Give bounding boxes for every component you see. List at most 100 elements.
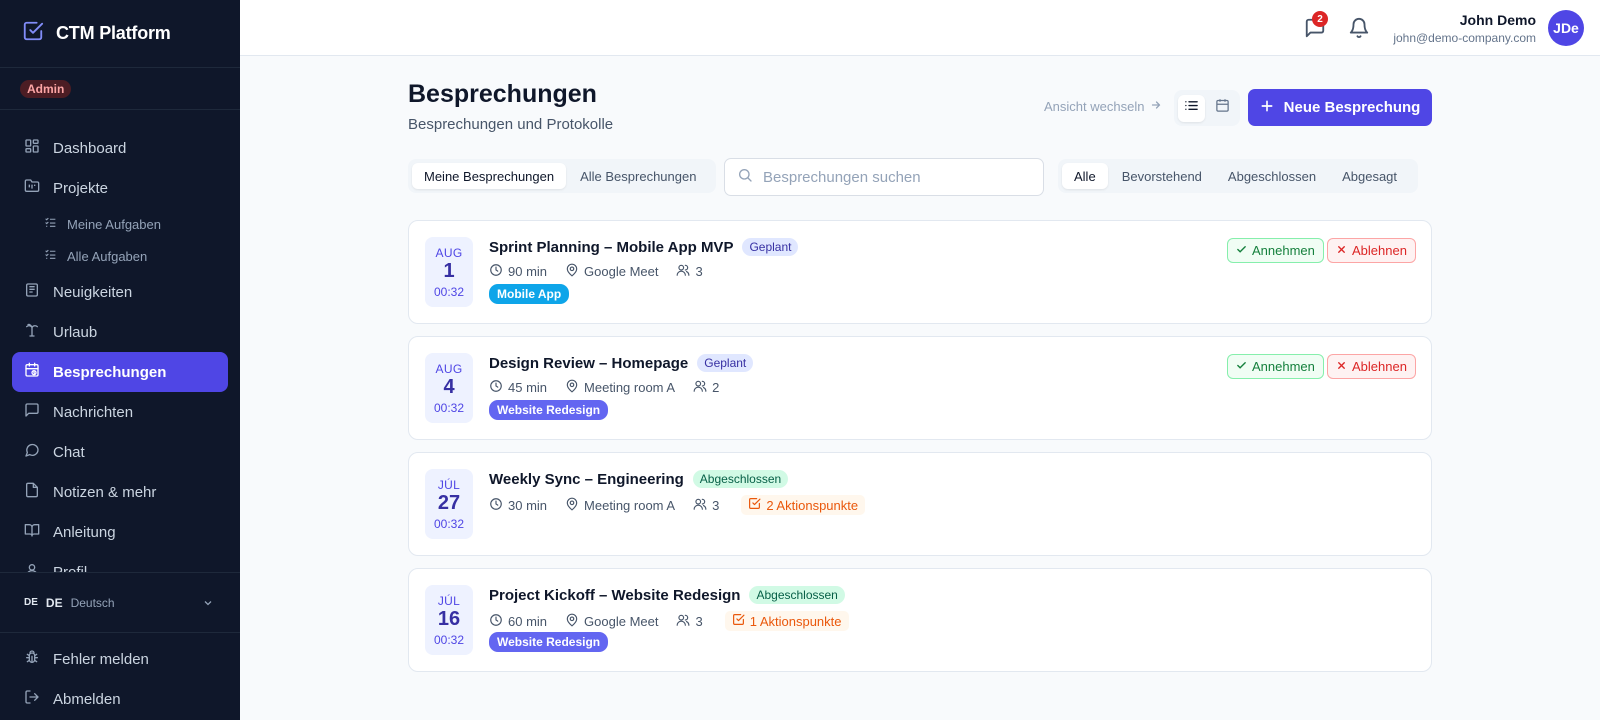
users-icon xyxy=(693,497,707,514)
logout-icon xyxy=(24,689,40,709)
calendar-view-button[interactable] xyxy=(1209,95,1236,122)
date-time: 00:32 xyxy=(433,285,465,299)
sidebar-item-alle-aufgaben[interactable]: Alle Aufgaben xyxy=(0,240,240,272)
language-flag: DE xyxy=(24,597,38,608)
logout-button[interactable]: Abmelden xyxy=(0,679,240,719)
user-icon xyxy=(24,562,40,572)
meeting-title[interactable]: Sprint Planning – Mobile App MVP xyxy=(489,239,733,256)
sidebar-item-notizen[interactable]: Notizen & mehr xyxy=(12,472,228,512)
tab-meine-besprechungen[interactable]: Meine Besprechungen xyxy=(412,163,567,189)
messages-count-badge: 2 xyxy=(1312,11,1328,27)
user-name: John Demo xyxy=(1459,12,1536,28)
sidebar-item-label: Meine Aufgaben xyxy=(67,216,161,232)
sidebar-item-chat[interactable]: Chat xyxy=(12,432,228,472)
tab-alle-besprechungen[interactable]: Alle Besprechungen xyxy=(568,163,708,189)
filter-abgeschlossen[interactable]: Abgeschlossen xyxy=(1216,163,1328,189)
clock-icon xyxy=(489,497,503,514)
report-bug-button[interactable]: Fehler melden xyxy=(0,639,240,679)
project-tag[interactable]: Mobile App xyxy=(489,284,570,304)
meeting-title[interactable]: Design Review – Homepage xyxy=(489,355,688,372)
meeting-title[interactable]: Weekly Sync – Engineering xyxy=(489,471,684,488)
bell-icon[interactable] xyxy=(1348,17,1370,39)
new-meeting-button[interactable]: Neue Besprechung xyxy=(1248,89,1432,126)
bug-icon xyxy=(24,649,40,669)
accept-button[interactable]: Annehmen xyxy=(1227,354,1324,379)
language-selector[interactable]: DE DE Deutsch xyxy=(0,573,240,633)
users-icon xyxy=(676,263,690,280)
decline-button[interactable]: Ablehnen xyxy=(1327,238,1416,263)
decline-label: Ablehnen xyxy=(1352,359,1407,374)
meeting-card[interactable]: JÚL 16 00:32 Project Kickoff – Website R… xyxy=(408,568,1432,672)
sidebar-item-besprechungen[interactable]: Besprechungen xyxy=(12,352,228,392)
sidebar-item-dashboard[interactable]: Dashboard xyxy=(12,128,228,168)
language-name: Deutsch xyxy=(70,595,115,610)
sidebar-item-projekte[interactable]: Projekte xyxy=(12,168,228,208)
decline-button[interactable]: Ablehnen xyxy=(1327,354,1416,379)
sidebar-item-nachrichten[interactable]: Nachrichten xyxy=(12,392,228,432)
list-view-button[interactable] xyxy=(1178,94,1205,122)
date-day: 4 xyxy=(443,376,455,398)
meeting-duration: 30 min xyxy=(508,497,548,513)
language-code: DE xyxy=(45,595,63,610)
calendar-icon xyxy=(1215,98,1230,118)
meeting-card[interactable]: AUG 1 00:32 Sprint Planning – Mobile App… xyxy=(408,220,1432,324)
search-box xyxy=(724,158,1044,196)
filter-alle[interactable]: Alle xyxy=(1062,163,1108,189)
logout-label: Abmelden xyxy=(53,690,121,708)
sidebar-item-meine-aufgaben[interactable]: Meine Aufgaben xyxy=(0,208,240,240)
sidebar-item-label: Nachrichten xyxy=(53,403,134,421)
x-icon xyxy=(1336,359,1347,374)
list-icon xyxy=(44,248,57,264)
message-circle-icon xyxy=(24,442,40,462)
sidebar-item-profil[interactable]: Profil xyxy=(12,552,228,572)
filter-abgesagt[interactable]: Abgesagt xyxy=(1330,163,1409,189)
page-title: Besprechungen xyxy=(408,80,597,108)
search-input[interactable] xyxy=(763,168,1023,186)
project-tag[interactable]: Website Redesign xyxy=(489,400,609,420)
sidebar-item-label: Chat xyxy=(53,443,85,461)
sidebar-item-label: Neuigkeiten xyxy=(53,283,133,301)
chevron-down-icon xyxy=(202,597,214,609)
sidebar-nav: Dashboard Projekte Meine Aufgaben Alle A… xyxy=(0,124,240,572)
meeting-participants: 3 xyxy=(712,497,720,513)
accept-button[interactable]: Annehmen xyxy=(1227,238,1324,263)
meeting-card[interactable]: JÚL 27 00:32 Weekly Sync – Engineering A… xyxy=(408,452,1432,556)
accept-label: Annehmen xyxy=(1252,359,1315,374)
calendar-clock-icon xyxy=(24,362,40,382)
action-items-badge: 1 Aktionspunkte xyxy=(724,611,849,631)
filter-bevorstehend[interactable]: Bevorstehend xyxy=(1110,163,1214,189)
brand[interactable]: CTM Platform xyxy=(0,0,240,68)
message-square-icon xyxy=(24,402,40,422)
sidebar-item-neuigkeiten[interactable]: Neuigkeiten xyxy=(12,272,228,312)
topbar: 2 John Demo john@demo-company.com JDe xyxy=(240,0,1600,56)
sidebar-item-urlaub[interactable]: Urlaub xyxy=(12,312,228,352)
project-tag[interactable]: Website Redesign xyxy=(489,632,609,652)
avatar[interactable]: JDe xyxy=(1548,10,1584,46)
clock-icon xyxy=(489,613,503,630)
check-icon xyxy=(1236,243,1247,258)
meeting-participants: 3 xyxy=(695,613,703,629)
status-badge: Geplant xyxy=(742,238,799,256)
meeting-duration: 45 min xyxy=(508,380,548,395)
date-time: 00:32 xyxy=(433,401,465,415)
map-pin-icon xyxy=(565,263,579,280)
meeting-title[interactable]: Project Kickoff – Website Redesign xyxy=(489,587,740,604)
meeting-location: Meeting room A xyxy=(584,497,676,513)
action-items-label: 1 Aktionspunkte xyxy=(749,613,842,629)
plus-icon xyxy=(1260,99,1274,117)
date-month: AUG xyxy=(435,246,463,260)
decline-label: Ablehnen xyxy=(1352,243,1407,258)
meeting-date: AUG 1 00:32 xyxy=(425,237,473,307)
sidebar-item-anleitung[interactable]: Anleitung xyxy=(12,512,228,552)
date-month: AUG xyxy=(435,362,463,376)
arrow-right-icon xyxy=(1150,99,1162,114)
map-pin-icon xyxy=(565,497,579,514)
clock-icon xyxy=(489,263,503,280)
date-day: 27 xyxy=(437,492,461,514)
page-subtitle: Besprechungen und Protokolle xyxy=(408,116,614,133)
view-toggle xyxy=(1174,90,1240,126)
users-icon xyxy=(676,613,690,630)
meeting-card[interactable]: AUG 4 00:32 Design Review – Homepage Gep… xyxy=(408,336,1432,440)
view-switch-hint: Ansicht wechseln xyxy=(1044,99,1162,114)
meeting-date: JÚL 16 00:32 xyxy=(425,585,473,655)
